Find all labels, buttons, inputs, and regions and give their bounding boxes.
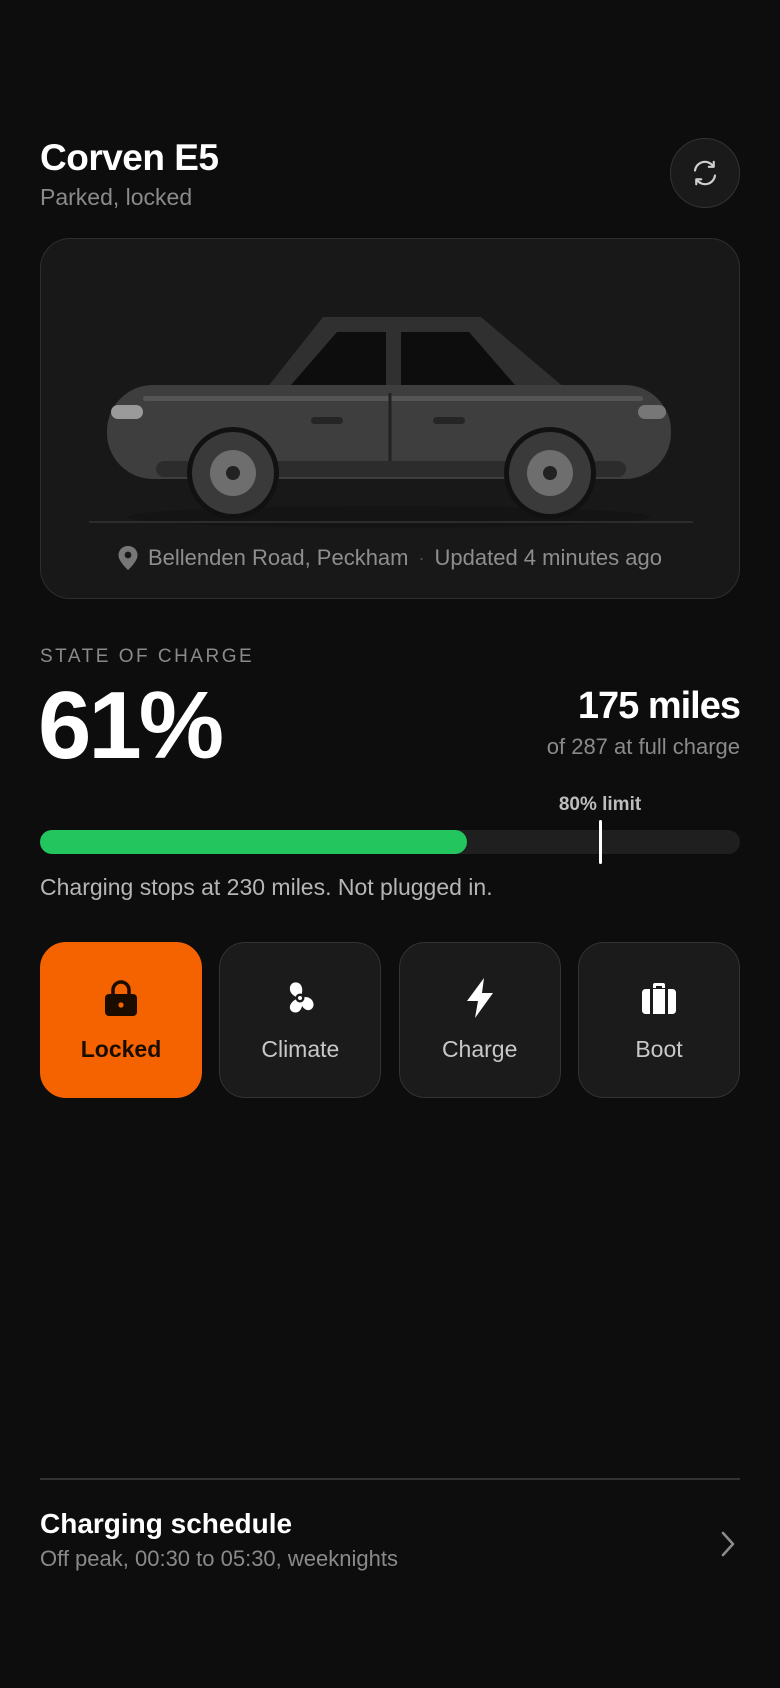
divider: [40, 1478, 740, 1480]
car-illustration: [89, 317, 693, 528]
vehicle-name: Corven E5: [40, 137, 219, 178]
state-of-charge-label: STATE OF CHARGE: [40, 646, 255, 667]
refresh-button[interactable]: [670, 138, 740, 208]
boot-button-label: Boot: [635, 1035, 683, 1062]
quick-actions: Locked Climate Charge Boot: [40, 942, 740, 1098]
charge-note: Charging stops at 230 miles. Not plugged…: [40, 874, 493, 900]
charging-schedule-title: Charging schedule: [40, 1508, 293, 1539]
charging-schedule-row[interactable]: Charging schedule Off peak, 00:30 to 05:…: [40, 1508, 740, 1572]
vehicle-status: Parked, locked: [40, 184, 193, 210]
charge-button-label: Charge: [441, 1035, 518, 1062]
range-block: 175 miles of 287 at full charge: [546, 682, 741, 760]
climate-button-label: Climate: [261, 1035, 340, 1062]
charge-limit-marker[interactable]: [598, 820, 602, 864]
charge-progress-bar: [40, 820, 740, 864]
boot-button[interactable]: Boot: [577, 942, 740, 1098]
bolt-icon: [465, 977, 495, 1018]
chevron-right-icon: [721, 1531, 735, 1557]
charge-button[interactable]: Charge: [398, 942, 561, 1098]
header: Corven E5 Parked, locked: [40, 136, 740, 211]
boot-icon: [641, 978, 677, 1018]
state-of-charge-value: 61%: [38, 672, 224, 779]
lock-icon: [104, 978, 138, 1018]
vehicle-card: Bellenden Road, Peckham · Updated 4 minu…: [40, 238, 740, 599]
fan-icon: [281, 978, 319, 1018]
location-separator: ·: [418, 547, 425, 568]
location-address: Bellenden Road, Peckham: [148, 545, 409, 570]
location-updated: Updated 4 minutes ago: [434, 545, 663, 570]
charging-schedule-subtitle: Off peak, 00:30 to 05:30, weeknights: [40, 1546, 398, 1571]
climate-button[interactable]: Climate: [219, 942, 382, 1098]
range-full-charge: of 287 at full charge: [546, 734, 740, 759]
location-pin-icon: [118, 546, 138, 570]
range-miles: 175 miles: [577, 685, 741, 727]
charge-progress-fill: [40, 830, 467, 854]
lock-button-label: Locked: [80, 1035, 162, 1062]
location-row: Bellenden Road, Peckham · Updated 4 minu…: [41, 545, 739, 571]
refresh-icon: [693, 160, 717, 186]
lock-button[interactable]: Locked: [40, 942, 202, 1098]
charge-limit-label: 80% limit: [558, 794, 642, 815]
